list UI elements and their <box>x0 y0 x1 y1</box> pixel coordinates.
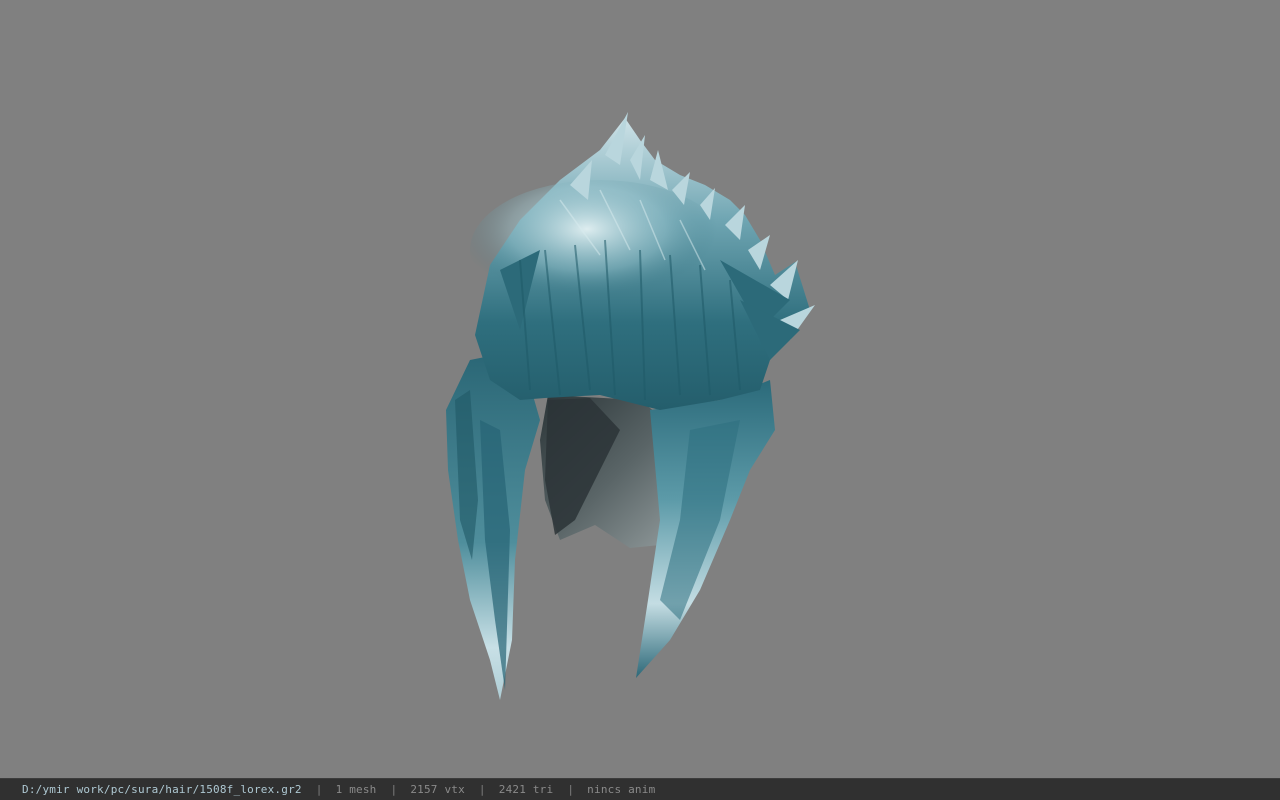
separator: | <box>315 783 323 796</box>
3d-viewport[interactable] <box>0 0 1280 778</box>
hair-mesh-icon[interactable] <box>0 0 1280 778</box>
separator: | <box>390 783 398 796</box>
anim-status: nincs anim <box>587 783 656 796</box>
file-path: D:/ymir work/pc/sura/hair/1508f_lorex.gr… <box>22 783 302 796</box>
separator: | <box>567 783 575 796</box>
status-bar: D:/ymir work/pc/sura/hair/1508f_lorex.gr… <box>0 778 1280 800</box>
separator: | <box>478 783 486 796</box>
mesh-count: 1 mesh <box>335 783 377 796</box>
triangle-count: 2421 tri <box>498 783 554 796</box>
vertex-count: 2157 vtx <box>410 783 465 796</box>
